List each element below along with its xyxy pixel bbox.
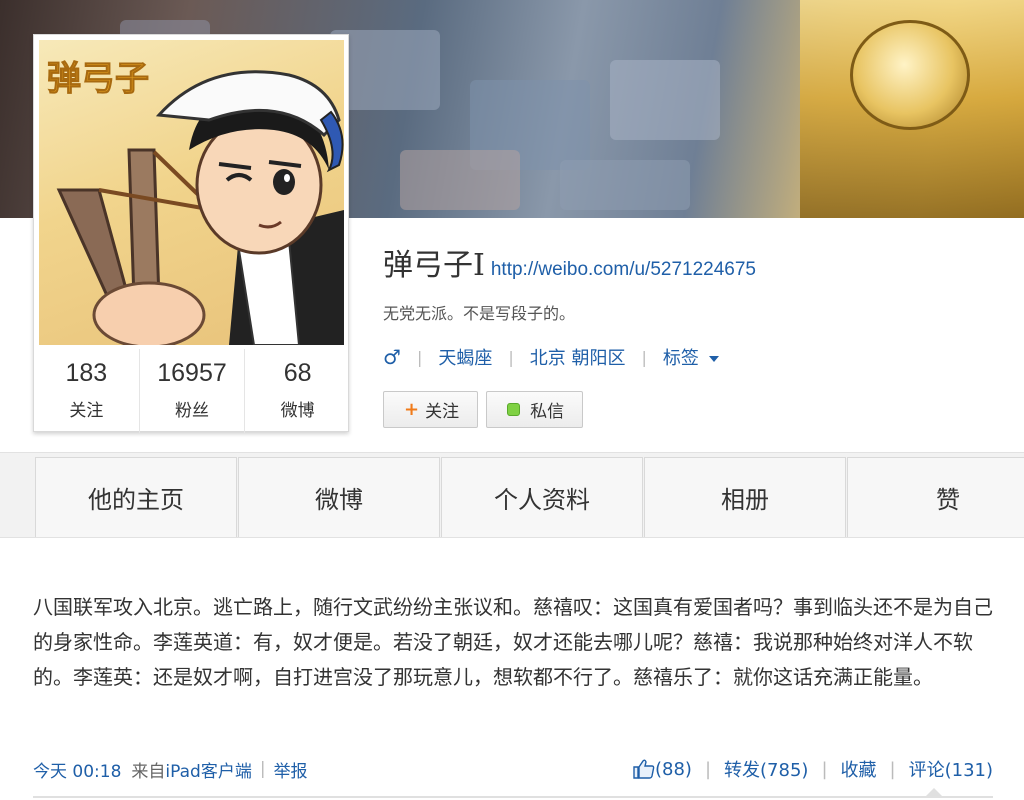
tab-likes[interactable]: 赞 (847, 457, 1024, 537)
post-actions: (88) | 转发(785) | 收藏 | 评论(131) (633, 756, 993, 782)
post-source-link[interactable]: iPad客户端 (165, 757, 251, 782)
stat-following[interactable]: 183 关注 (34, 349, 139, 433)
follow-button-label: 关注 (425, 402, 460, 422)
profile-card: 弹弓子 183 关注 16957 粉丝 68 微博 (33, 34, 350, 433)
profile-tabs: 他的主页 微博 个人资料 相册 赞 (0, 452, 1024, 538)
tags-dropdown[interactable]: 标签 (663, 344, 719, 370)
post-text: 八国联军攻入北京。逃亡路上，随行文武纷纷主张议和。慈禧叹：这国真有爱国者吗？事到… (33, 595, 993, 689)
like-count: (88) (655, 758, 692, 780)
stat-followers-label: 粉丝 (175, 401, 209, 421)
profile-actions: + 关注 私信 (383, 391, 584, 428)
avatar-illustration: 弹弓子 (47, 59, 344, 345)
male-gender-icon: ♂ (383, 345, 401, 369)
profile-name: 弹弓子I (383, 248, 485, 283)
clock-face (850, 20, 970, 130)
favorite-button[interactable]: 收藏 (841, 756, 877, 782)
tab-profile-info[interactable]: 个人资料 (441, 457, 643, 537)
profile-stats: 183 关注 16957 粉丝 68 微博 (34, 349, 350, 433)
profile-url-link[interactable]: http://weibo.com/u/5271224675 (491, 259, 756, 281)
tags-label: 标签 (662, 348, 699, 369)
meta-divider: | (641, 347, 647, 367)
profile-header: 弹弓子I http://weibo.com/u/5271224675 (383, 240, 756, 283)
stat-following-label: 关注 (69, 401, 104, 421)
profile-meta: ♂ | 天蝎座 | 北京 朝阳区 | 标签 (383, 344, 719, 370)
avatar[interactable]: 弹弓子 (39, 40, 344, 345)
message-button-label: 私信 (530, 402, 565, 422)
action-divider: | (821, 758, 828, 780)
footer-divider: | (259, 759, 266, 779)
post-divider (33, 796, 993, 798)
post-time-link[interactable]: 今天 00:18 (33, 757, 121, 782)
meta-divider: | (508, 347, 514, 367)
repost-button[interactable]: 转发(785) (724, 756, 808, 782)
stat-posts-label: 微博 (280, 401, 315, 421)
follow-button[interactable]: + 关注 (383, 391, 479, 428)
meta-divider: | (416, 347, 423, 367)
thumbs-up-icon (633, 759, 655, 779)
avatar-logo-text: 弹弓子 (47, 59, 149, 99)
zodiac-link[interactable]: 天蝎座 (438, 344, 492, 370)
stat-following-value: 183 (65, 359, 108, 387)
tab-weibo[interactable]: 微博 (238, 457, 440, 537)
caret-down-icon (708, 356, 719, 362)
report-link[interactable]: 举报 (274, 757, 308, 782)
tab-album[interactable]: 相册 (644, 457, 846, 537)
plus-icon: + (404, 399, 420, 420)
stat-posts-value: 68 (283, 359, 312, 387)
like-button[interactable]: (88) (633, 759, 692, 780)
stat-followers[interactable]: 16957 粉丝 (138, 349, 245, 433)
stat-followers-value: 16957 (157, 359, 227, 387)
location-link[interactable]: 北京 朝阳区 (530, 344, 626, 370)
post-source-prefix: 来自 (131, 761, 166, 782)
stat-posts[interactable]: 68 微博 (244, 349, 350, 433)
profile-bio: 无党无派。不是写段子的。 (383, 304, 576, 323)
message-status-icon (507, 403, 521, 416)
action-divider: | (889, 758, 896, 780)
post-footer: 今天 00:18 来自 iPad客户端 | 举报 (88) | 转发(785) … (33, 756, 993, 782)
message-button[interactable]: 私信 (486, 391, 584, 428)
comment-button[interactable]: 评论(131) (909, 756, 993, 782)
action-divider: | (704, 758, 712, 780)
tab-home[interactable]: 他的主页 (35, 457, 237, 537)
